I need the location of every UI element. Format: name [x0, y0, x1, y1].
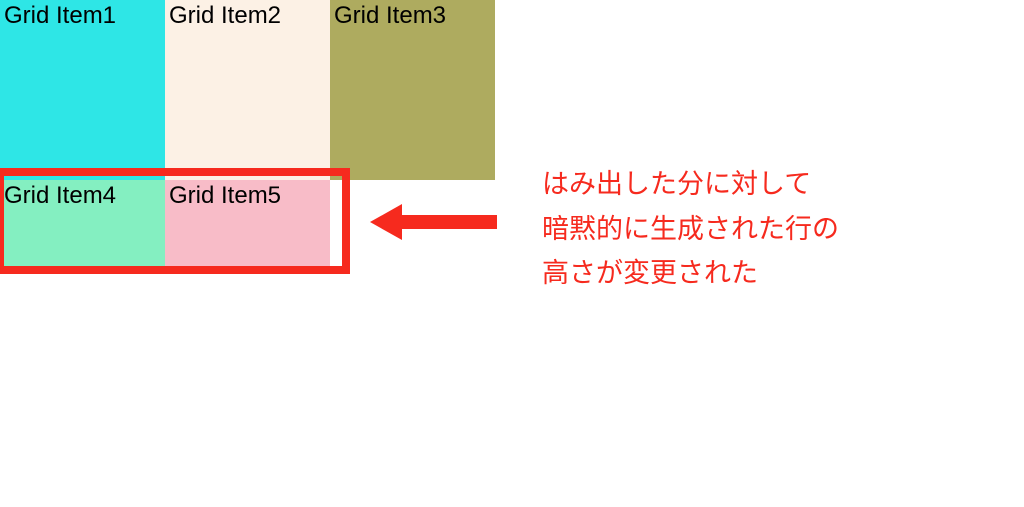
grid-item-3: Grid Item3	[330, 0, 495, 180]
annotation-line-2: 暗黙的に生成された行の	[542, 207, 839, 252]
grid-item-2: Grid Item2	[165, 0, 330, 180]
annotation-line-3: 高さが変更された	[542, 251, 839, 296]
grid-item-5: Grid Item5	[165, 180, 330, 270]
arrow-shaft	[402, 215, 497, 229]
arrow-left-icon	[370, 204, 497, 240]
arrow-head	[370, 204, 402, 240]
grid-item-1: Grid Item1	[0, 0, 165, 180]
annotation-line-1: はみ出した分に対して	[542, 162, 839, 207]
grid-row-1: Grid Item1 Grid Item2 Grid Item3	[0, 0, 495, 180]
annotation-text: はみ出した分に対して 暗黙的に生成された行の 高さが変更された	[542, 162, 839, 296]
grid-item-4: Grid Item4	[0, 180, 165, 270]
